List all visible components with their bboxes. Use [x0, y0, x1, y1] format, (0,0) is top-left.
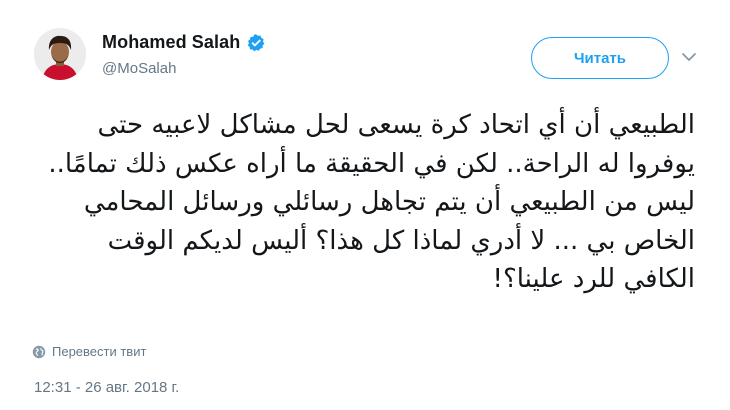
- avatar[interactable]: [34, 28, 86, 80]
- user-info: Mohamed Salah @MoSalah: [102, 32, 266, 77]
- translate-tweet-link[interactable]: Перевести твит: [32, 344, 146, 359]
- tweet-card: Mohamed Salah @MoSalah Читать الطبيعي أن…: [0, 0, 730, 410]
- user-handle[interactable]: @MoSalah: [102, 60, 266, 77]
- tweet-timestamp[interactable]: 12:31 - 26 авг. 2018 г.: [34, 379, 179, 396]
- avatar-image: [34, 28, 86, 80]
- tweet-text: الطبيعي أن أي اتحاد كرة يسعى لحل مشاكل ل…: [40, 110, 695, 294]
- follow-button[interactable]: Читать: [531, 37, 669, 79]
- chevron-down-icon[interactable]: [681, 50, 697, 62]
- display-name[interactable]: Mohamed Salah: [102, 32, 240, 53]
- verified-badge-icon: [246, 33, 266, 53]
- translate-label: Перевести твит: [52, 344, 147, 359]
- globe-icon: [32, 345, 46, 359]
